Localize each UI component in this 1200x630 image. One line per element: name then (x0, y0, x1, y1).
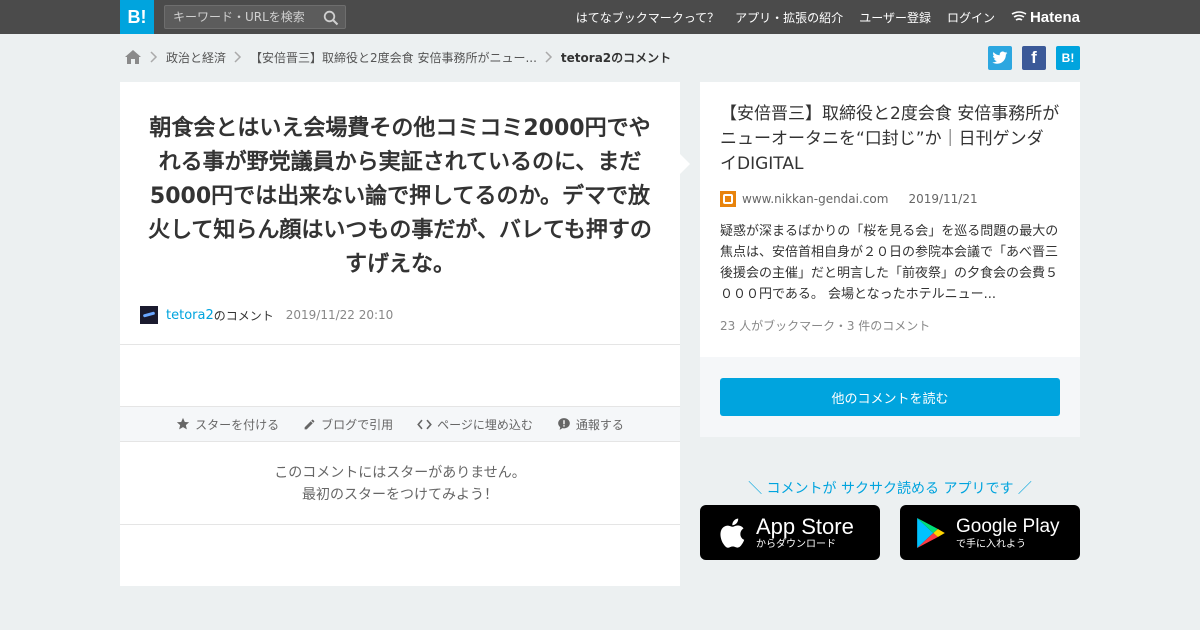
add-star-label: スターを付ける (195, 417, 280, 432)
no-star-line2: 最初のスターをつけてみよう！ (302, 487, 498, 503)
comment-text: 朝食会とはいえ会場費その他コミコミ2000円でやれる事が野党議員から実証されてい… (148, 116, 652, 277)
entry-bookmark-count[interactable]: 23 人がブックマーク・3 件のコメント (720, 317, 1060, 334)
app-store-sub: からダウンロード (756, 538, 836, 550)
hatena-mark-icon (1011, 11, 1027, 21)
comment-date[interactable]: 2019/11/22 20:10 (286, 308, 394, 322)
entry-date: 2019/11/21 (908, 192, 978, 206)
avatar[interactable] (140, 306, 158, 324)
chevron-right-icon (545, 51, 553, 63)
blog-quote-button[interactable]: ブログで引用 (303, 416, 393, 433)
report-label: 通報する (575, 417, 624, 432)
search-input[interactable] (173, 8, 318, 26)
app-store-text: App Store からダウンロード (756, 513, 854, 551)
add-star-button[interactable]: スターを付ける (176, 416, 279, 433)
breadcrumb: 政治と経済 【安倍晋三】取締役と2度会食 安倍事務所がニュー... tetora… (124, 46, 671, 68)
comment-card: 朝食会とはいえ会場費その他コミコミ2000円でやれる事が野党議員から実証されてい… (120, 82, 690, 586)
chevron-right-icon (234, 51, 242, 63)
report-icon (558, 418, 570, 430)
search-box (164, 5, 346, 29)
read-other-comments-button[interactable]: 他のコメントを読む (720, 378, 1060, 416)
facebook-share-button[interactable]: f (1022, 46, 1046, 70)
twitter-icon (992, 51, 1008, 64)
app-store-title: App Store (756, 513, 854, 539)
hatena-logo-text: Hatena (1029, 8, 1080, 26)
entry-meta: www.nikkan-gendai.com 2019/11/21 (720, 191, 1060, 207)
card-pointer (680, 154, 690, 174)
entry-title-link[interactable]: 【安倍晋三】取締役と2度会食 安倍事務所がニューオータニを“口封じ”か｜日刊ゲン… (720, 102, 1060, 177)
divider (120, 344, 680, 345)
nav-apps[interactable]: アプリ・拡張の紹介 (735, 9, 843, 26)
search-icon[interactable] (323, 10, 339, 26)
google-play-title: Google Play (956, 515, 1060, 537)
hatena-logo[interactable]: Hatena (1011, 9, 1080, 26)
pencil-icon (304, 419, 315, 429)
entry-description: 疑惑が深まるばかりの「桜を見る会」を巡る問題の最大の焦点は、安倍首相自身が２０日… (720, 224, 1059, 302)
google-play-sub: で手に入れよう (956, 538, 1026, 550)
divider (120, 524, 680, 525)
embed-label: ページに埋め込む (437, 417, 533, 432)
breadcrumb-category[interactable]: 政治と経済 (166, 49, 226, 66)
google-play-text: Google Play で手に入れよう (956, 515, 1060, 551)
site-favicon-icon (720, 191, 736, 207)
hatena-share-button[interactable]: B! (1056, 46, 1080, 70)
top-bar: B! はてなブックマークって？ アプリ・拡張の紹介 ユーザー登録 ログイン Ha… (0, 0, 1200, 34)
top-nav: はてなブックマークって？ アプリ・拡張の紹介 ユーザー登録 ログイン Haten… (560, 0, 1080, 34)
nav-about[interactable]: はてなブックマークって？ (576, 9, 719, 26)
entry-card: 【安倍晋三】取締役と2度会食 安倍事務所がニューオータニを“口封じ”か｜日刊ゲン… (700, 82, 1080, 357)
star-icon (176, 417, 190, 430)
read-more-area: 他のコメントを読む (700, 357, 1080, 437)
google-play-button[interactable]: Google Play で手に入れよう (900, 505, 1080, 560)
no-star-message: このコメントにはスターがありません。 最初のスターをつけてみよう！ (120, 462, 680, 506)
breadcrumb-current: tetora2のコメント (560, 50, 672, 65)
hatena-bookmark-logo[interactable]: B! (120, 0, 154, 34)
app-promo-text: ＼ コメントが サクサク読める アプリです ／ (748, 481, 1032, 497)
entry-domain[interactable]: www.nikkan-gendai.com (742, 192, 888, 206)
google-play-icon (917, 517, 945, 548)
comment-user-suffix: のコメント (213, 308, 274, 323)
nav-register[interactable]: ユーザー登録 (859, 9, 931, 26)
home-icon[interactable] (124, 49, 142, 65)
breadcrumb-entry[interactable]: 【安倍晋三】取締役と2度会食 安倍事務所がニュー... (250, 49, 537, 66)
comment-meta: tetora2 のコメント 2019/11/22 20:10 (140, 306, 393, 324)
nav-login[interactable]: ログイン (947, 9, 995, 26)
report-button[interactable]: 通報する (557, 416, 624, 433)
twitter-share-button[interactable] (988, 46, 1012, 70)
share-buttons: f B! (978, 46, 1080, 70)
comment-user-link[interactable]: tetora2 (166, 308, 214, 323)
embed-button[interactable]: ページに埋め込む (417, 416, 533, 433)
chevron-right-icon (150, 51, 158, 63)
comment-actions: スターを付ける ブログで引用 ページに埋め込む 通報する (120, 406, 680, 442)
apple-icon (720, 518, 745, 548)
no-star-line1: このコメントにはスターがありません。 (274, 465, 526, 481)
app-store-button[interactable]: App Store からダウンロード (700, 505, 880, 560)
blog-quote-label: ブログで引用 (321, 417, 394, 432)
code-icon (417, 419, 432, 429)
